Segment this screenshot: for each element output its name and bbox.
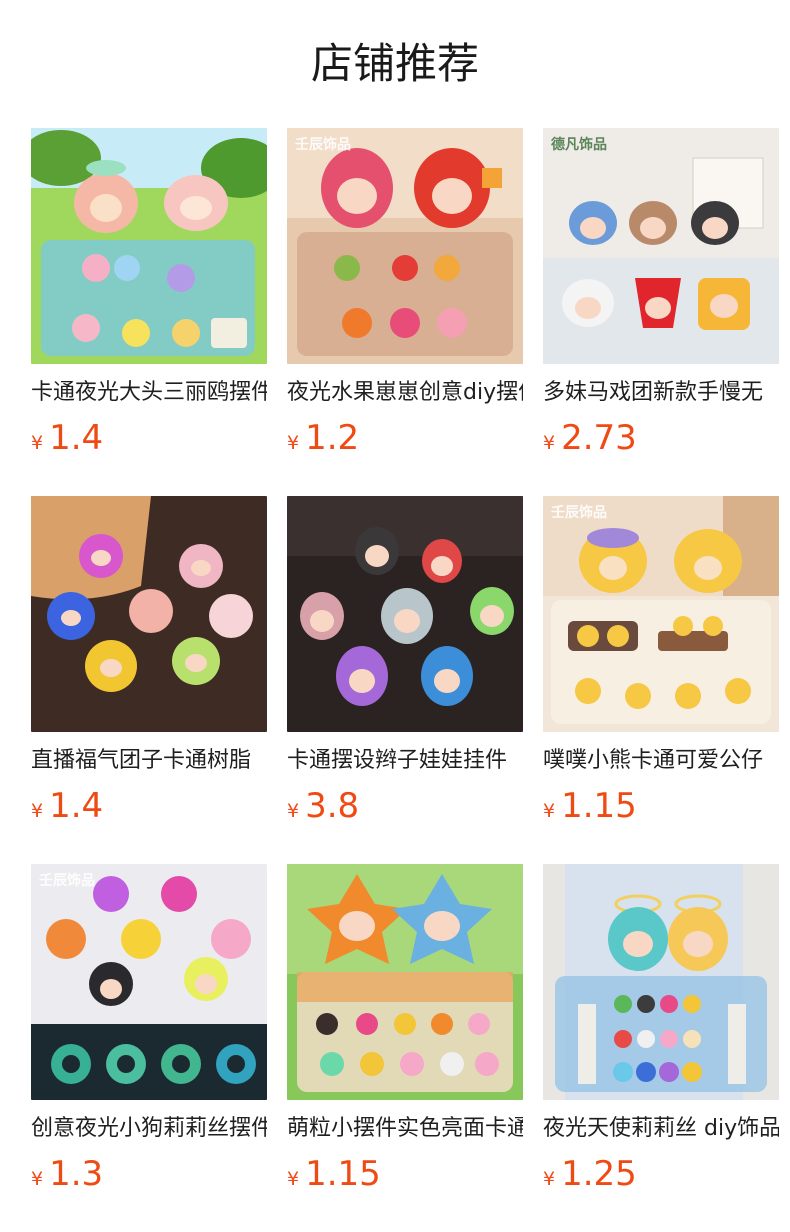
currency-symbol: ¥	[31, 800, 44, 822]
product-card[interactable]: 萌粒小摆件实色亮面卡通 ¥1.15	[287, 864, 523, 1232]
product-price: ¥1.15	[543, 784, 637, 828]
product-card[interactable]: 直播福气团子卡通树脂 ¥1.4	[31, 496, 267, 864]
currency-symbol: ¥	[287, 1168, 300, 1190]
product-price: ¥1.15	[287, 1152, 381, 1196]
product-image[interactable]: 壬辰饰品	[543, 496, 779, 732]
product-image[interactable]: 壬辰饰品	[287, 128, 523, 364]
price-value: 1.2	[305, 418, 360, 458]
product-image[interactable]	[31, 128, 267, 364]
currency-symbol: ¥	[287, 800, 300, 822]
page-title: 店铺推荐	[310, 39, 479, 88]
product-card[interactable]: 卡通夜光大头三丽鸥摆件 ¥1.4	[31, 128, 267, 496]
shop-watermark: 壬辰饰品	[551, 505, 607, 521]
price-value: 1.15	[561, 786, 637, 826]
product-image[interactable]	[287, 864, 523, 1100]
product-title[interactable]: 萌粒小摆件实色亮面卡通	[287, 1112, 523, 1146]
product-title[interactable]: 创意夜光小狗莉莉丝摆件	[31, 1112, 267, 1146]
product-photo-star-figurines	[287, 864, 523, 1100]
product-card[interactable]: 壬辰饰品 夜光水果崽崽创意diy摆件 ¥1.2	[287, 128, 523, 496]
product-card[interactable]: 卡通摆设辫子娃娃挂件 ¥3.8	[287, 496, 523, 864]
product-grid: 卡通夜光大头三丽鸥摆件 ¥1.4 壬辰饰品 夜光水果崽崽创意diy摆件 ¥ 1.…	[31, 128, 779, 1232]
product-title[interactable]: 卡通摆设辫子娃娃挂件	[287, 744, 523, 778]
product-photo-circus-figurines	[543, 128, 779, 364]
currency-symbol: ¥	[543, 432, 556, 454]
product-photo-figurines-garden	[31, 128, 267, 364]
product-price: ¥1.3	[31, 1152, 103, 1196]
product-image[interactable]	[543, 864, 779, 1100]
price-value: 1.4	[49, 786, 104, 826]
shop-watermark: 壬辰饰品	[39, 873, 95, 889]
product-photo-dog-figurines-glow	[31, 864, 267, 1100]
product-title[interactable]: 夜光水果崽崽创意diy摆件	[287, 376, 523, 410]
product-photo-braid-doll-figurines	[287, 496, 523, 732]
price-value: 1.3	[49, 1154, 104, 1194]
product-photo-sheep-figurines	[31, 496, 267, 732]
price-value: 1.4	[49, 418, 104, 458]
currency-symbol: ¥	[31, 432, 44, 454]
product-card[interactable]: 夜光天使莉莉丝 diy饰品 ¥1.25	[543, 864, 779, 1232]
product-image[interactable]	[287, 496, 523, 732]
product-price: ¥3.8	[287, 784, 359, 828]
product-price: ¥1.2	[287, 416, 359, 460]
product-title[interactable]: 夜光天使莉莉丝 diy饰品	[543, 1112, 779, 1146]
price-value: 3.8	[305, 786, 360, 826]
currency-symbol: ¥	[31, 1168, 44, 1190]
product-image[interactable]: 德凡饰品	[543, 128, 779, 364]
product-price: ¥1.4	[31, 784, 103, 828]
shop-watermark: 壬辰饰品	[295, 137, 351, 153]
price-value: 2.73	[561, 418, 637, 458]
product-title[interactable]: 噗噗小熊卡通可爱公仔	[543, 744, 779, 778]
product-title[interactable]: 卡通夜光大头三丽鸥摆件	[31, 376, 267, 410]
price-value: 1.15	[305, 1154, 381, 1194]
product-price: ¥2.73	[543, 416, 637, 460]
product-image[interactable]	[31, 496, 267, 732]
currency-symbol: ¥	[543, 800, 556, 822]
product-price: ¥1.4	[31, 416, 103, 460]
product-card[interactable]: 壬辰饰品 创意夜光小狗莉莉丝摆件 ¥1.3	[31, 864, 267, 1232]
product-photo-angel-figurines	[543, 864, 779, 1100]
price-value: 1.25	[561, 1154, 637, 1194]
shop-watermark: 德凡饰品	[551, 137, 607, 153]
product-photo-fruit-figurines	[287, 128, 523, 364]
product-image[interactable]: 壬辰饰品	[31, 864, 267, 1100]
product-card[interactable]: 壬辰饰品 噗噗小熊卡通可爱公仔 ¥1.15	[543, 496, 779, 864]
product-card[interactable]: 德凡饰品 多妹马戏团新款手慢无 ¥2.73	[543, 128, 779, 496]
product-price: ¥1.25	[543, 1152, 637, 1196]
product-photo-bear-figurines	[543, 496, 779, 732]
product-title[interactable]: 直播福气团子卡通树脂	[31, 744, 267, 778]
currency-symbol: ¥	[543, 1168, 556, 1190]
currency-symbol: ¥	[287, 432, 300, 454]
product-title[interactable]: 多妹马戏团新款手慢无	[543, 376, 779, 410]
